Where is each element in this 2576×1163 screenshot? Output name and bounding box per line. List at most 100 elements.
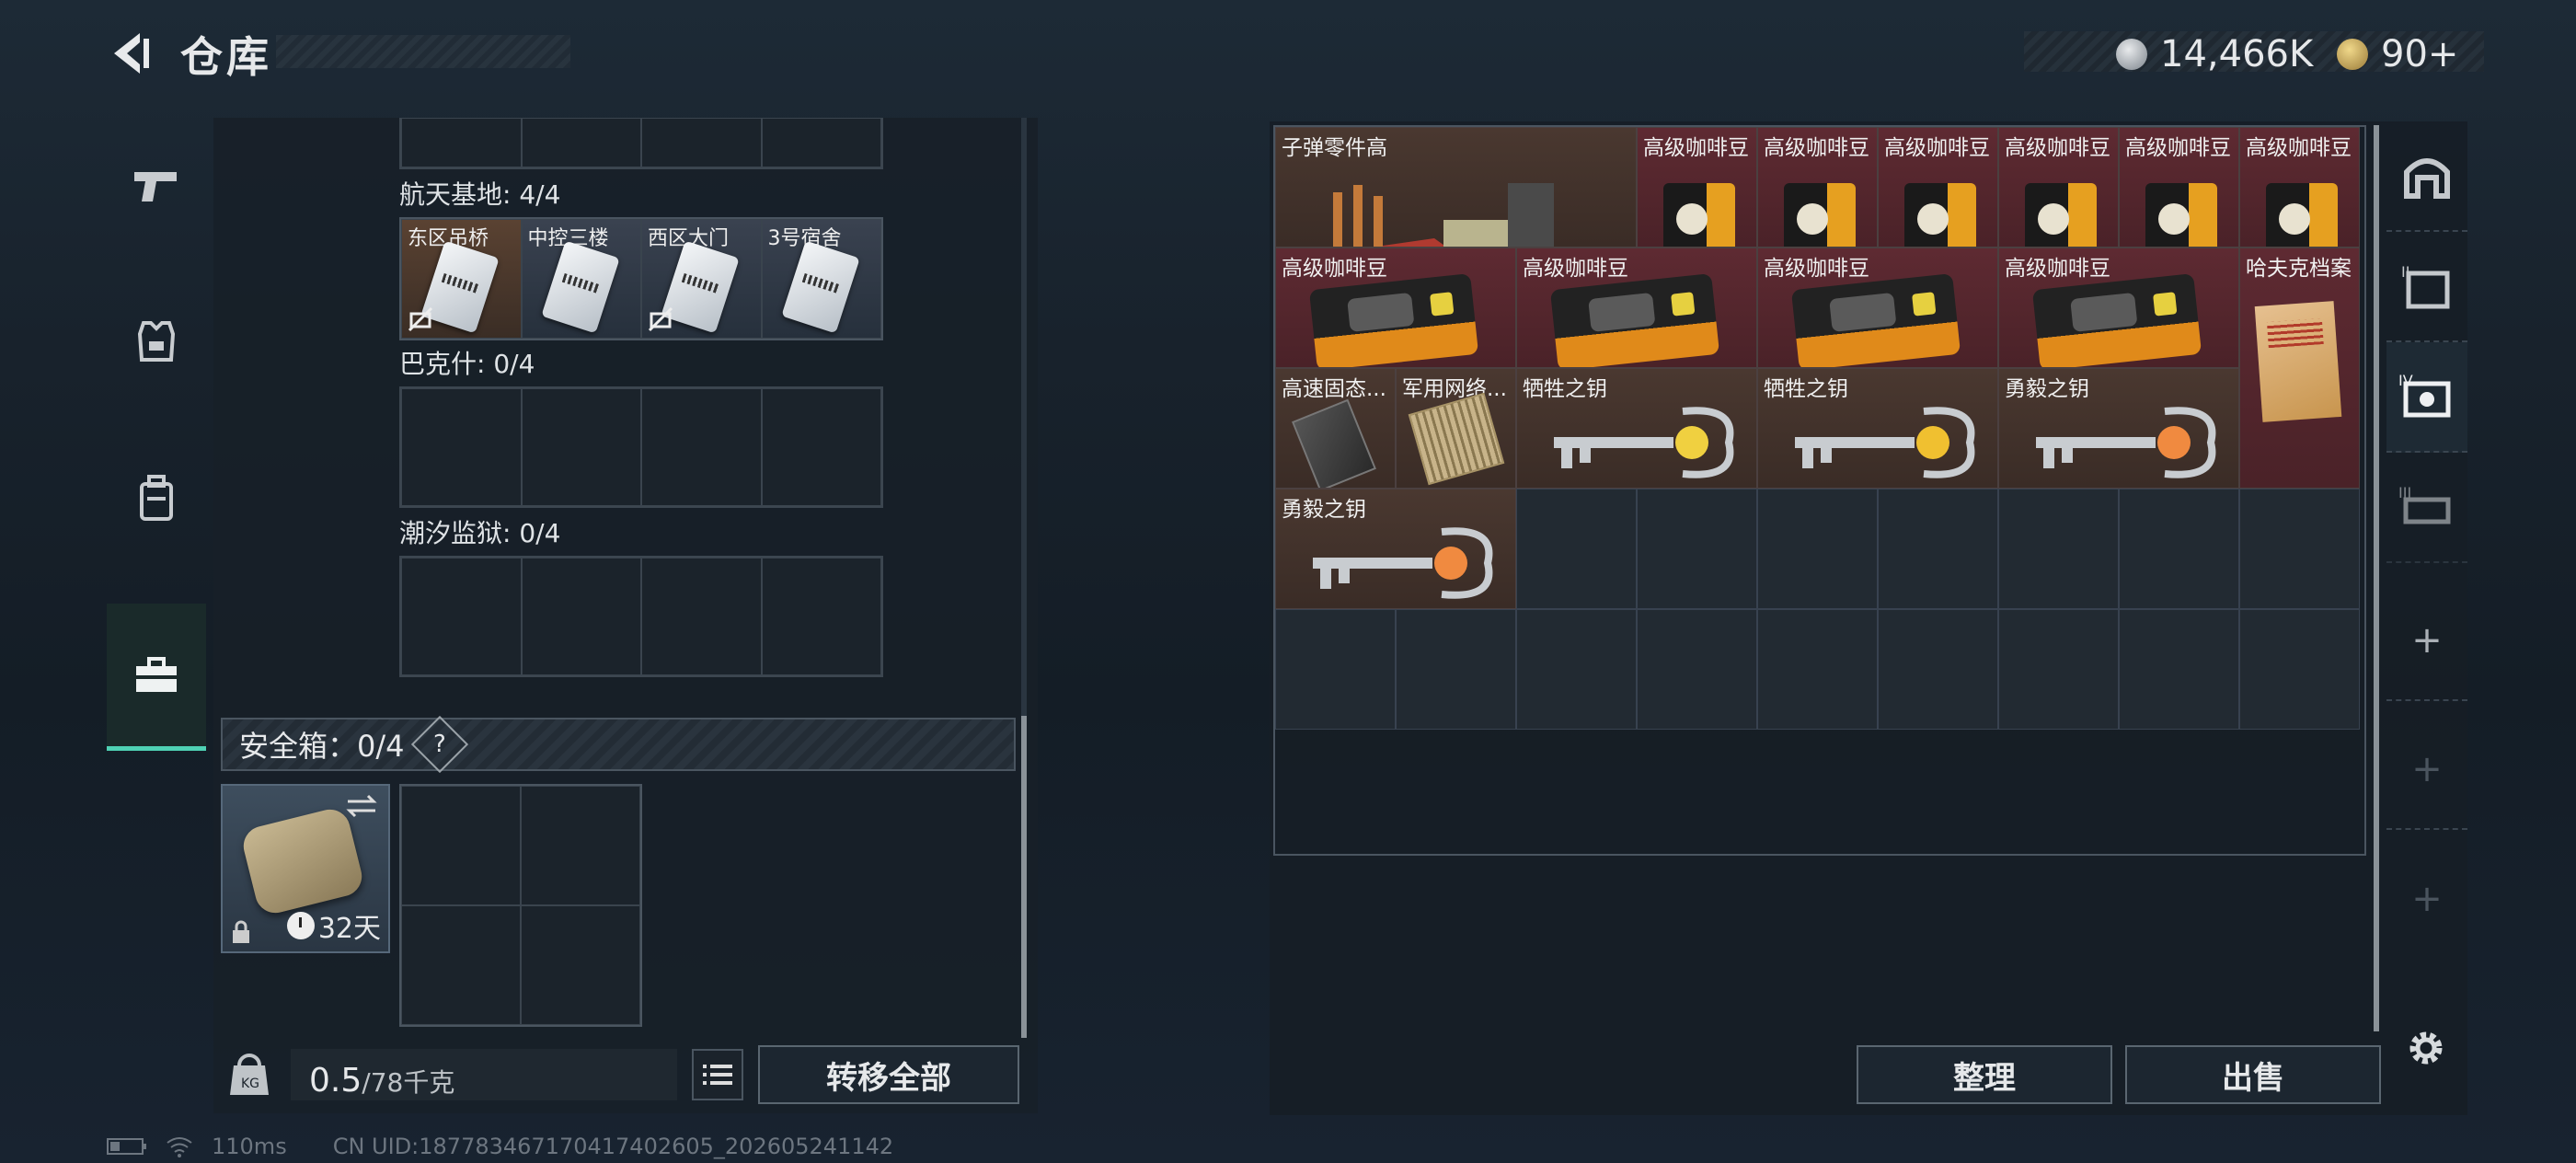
empty-key-slot[interactable]	[521, 558, 641, 675]
stash-item-haavk-archive[interactable]: 哈夫克档案	[2239, 248, 2360, 489]
stash-item-sacrifice-key[interactable]: 牺牲之钥	[1757, 368, 1998, 489]
empty-stash-slot[interactable]	[1516, 609, 1637, 730]
currency-coins[interactable]: 14,466K	[2116, 33, 2313, 75]
stash-tab-1[interactable]	[2386, 121, 2467, 232]
stash-item-coffee[interactable]: 高级咖啡豆	[1757, 127, 1878, 248]
nav-armor[interactable]	[107, 272, 206, 410]
safe-box-item[interactable]: 32天	[221, 784, 390, 953]
empty-key-slot[interactable]	[641, 388, 762, 506]
stash-item-valor-key[interactable]: 勇毅之钥	[1998, 368, 2239, 489]
empty-stash-slot[interactable]	[1396, 609, 1516, 730]
coffee-bag-icon	[1784, 183, 1856, 247]
key-slot[interactable]: 西区大门	[641, 219, 762, 339]
add-stash-tab-button[interactable]: +	[2386, 582, 2467, 701]
empty-stash-slot[interactable]	[1878, 609, 1998, 730]
item-name: 高级咖啡豆	[2246, 136, 2352, 160]
coffee-bag-icon	[2025, 183, 2097, 247]
empty-key-slot[interactable]	[401, 388, 522, 506]
item-name: 高级咖啡豆	[1884, 136, 1990, 160]
stash-tab-2-icon: II	[2401, 263, 2450, 309]
header-stripe	[276, 35, 570, 68]
stash-tab-4-icon: III	[2398, 484, 2451, 524]
stash-item-coffee[interactable]: 高级咖啡豆	[1637, 127, 1757, 248]
empty-stash-slot[interactable]	[2119, 489, 2239, 609]
sort-button[interactable]: 整理	[1857, 1045, 2112, 1104]
stash-item-coffee[interactable]: 高级咖啡豆	[1998, 127, 2119, 248]
empty-stash-slot[interactable]	[1637, 489, 1757, 609]
ammo-crate-icon	[1333, 183, 1554, 247]
empty-stash-slot[interactable]	[2239, 609, 2360, 730]
plus-icon: +	[2411, 878, 2443, 920]
weight-current: 0.5	[309, 1062, 362, 1100]
empty-stash-slot[interactable]	[1637, 609, 1757, 730]
empty-stash-slot[interactable]	[1757, 609, 1878, 730]
scroll-thumb[interactable]	[1021, 716, 1027, 1038]
stash-tab-3-icon: IV	[2398, 372, 2451, 418]
stash-item-coffee-tin[interactable]: 高级咖啡豆	[1998, 248, 2239, 368]
tokens-value: 90+	[2381, 33, 2459, 75]
empty-stash-slot[interactable]	[1998, 609, 2119, 730]
item-name: 高级咖啡豆	[2125, 136, 2231, 160]
help-icon: ?	[432, 731, 446, 758]
stash-item-coffee-tin[interactable]: 高级咖啡豆	[1516, 248, 1757, 368]
safe-slot[interactable]	[401, 786, 521, 905]
coffee-bag-icon	[1904, 183, 1976, 247]
stash-scrollbar[interactable]	[2374, 125, 2379, 1031]
empty-key-slot[interactable]	[401, 558, 522, 675]
stash-item-coffee[interactable]: 高级咖啡豆	[2119, 127, 2239, 248]
key-slot[interactable]: 东区吊桥	[401, 219, 522, 339]
stash-item-coffee-tin[interactable]: 高级咖啡豆	[1757, 248, 1998, 368]
nav-backpack[interactable]	[107, 429, 206, 567]
safe-slot[interactable]	[521, 786, 640, 905]
empty-stash-slot[interactable]	[1757, 489, 1878, 609]
empty-stash-slot[interactable]	[1275, 609, 1396, 730]
stash-item-ammo-parts[interactable]: 子弹零件高	[1275, 127, 1637, 248]
status-bar: 110ms CN UID:18778346717041740​2605_2026…	[107, 1134, 893, 1159]
stash-item-network-device[interactable]: 军用网络...	[1396, 368, 1516, 489]
document-folder-icon	[2254, 301, 2342, 422]
nav-items[interactable]	[107, 604, 206, 751]
back-arrow-icon	[114, 33, 149, 74]
category-nav	[107, 116, 206, 769]
stash-tab-2[interactable]: II	[2386, 232, 2467, 342]
empty-key-slot[interactable]	[761, 388, 881, 506]
stash-item-valor-key[interactable]: 勇毅之钥	[1275, 489, 1516, 609]
gear-icon[interactable]	[2403, 1025, 2449, 1071]
help-button[interactable]: ?	[410, 715, 468, 774]
currency-tokens[interactable]: 90+	[2337, 33, 2458, 75]
list-view-button[interactable]	[692, 1049, 743, 1100]
empty-stash-slot[interactable]	[2119, 609, 2239, 730]
coffee-bag-icon	[1663, 183, 1735, 247]
move-all-button[interactable]: 转移全部	[758, 1045, 1019, 1104]
empty-stash-slot[interactable]	[2239, 489, 2360, 609]
stash-tab-3[interactable]: IV	[2386, 342, 2467, 453]
sell-button[interactable]: 出售	[2125, 1045, 2381, 1104]
empty-stash-slot[interactable]	[1878, 489, 1998, 609]
empty-key-slot[interactable]	[761, 558, 881, 675]
back-button[interactable]	[103, 26, 158, 81]
stash-item-coffee[interactable]: 高级咖啡豆	[1878, 127, 1998, 248]
empty-stash-slot[interactable]	[1516, 489, 1637, 609]
safe-slot[interactable]	[521, 905, 640, 1025]
stash-item-coffee-tin[interactable]: 高级咖啡豆	[1275, 248, 1516, 368]
key-slot[interactable]: 中控三楼	[521, 219, 641, 339]
stash-item-sacrifice-key[interactable]: 牺牲之钥	[1516, 368, 1757, 489]
empty-key-slot[interactable]	[641, 558, 762, 675]
scroll-thumb[interactable]	[2374, 125, 2379, 1031]
item-name: 高级咖啡豆	[2005, 136, 2110, 160]
stash-item-coffee[interactable]: 高级咖啡豆	[2239, 127, 2360, 248]
stash-item-ssd[interactable]: 高速固态...	[1275, 368, 1396, 489]
empty-stash-slot[interactable]	[1998, 489, 2119, 609]
swap-icon[interactable]	[344, 793, 379, 819]
left-scrollbar[interactable]	[1021, 118, 1027, 1038]
item-name: 高级咖啡豆	[1282, 257, 1387, 281]
safe-slot[interactable]	[401, 905, 521, 1025]
key-slot[interactable]: 3号宿舍	[761, 219, 881, 339]
add-stash-tab-button[interactable]: +	[2386, 710, 2467, 830]
battery-icon	[107, 1138, 146, 1155]
stash-tab-4[interactable]: III	[2386, 453, 2467, 563]
weight-max: /78千克	[362, 1067, 455, 1098]
empty-key-slot[interactable]	[521, 388, 641, 506]
add-stash-tab-button[interactable]: +	[2386, 839, 2467, 959]
nav-weapons[interactable]	[107, 116, 206, 254]
